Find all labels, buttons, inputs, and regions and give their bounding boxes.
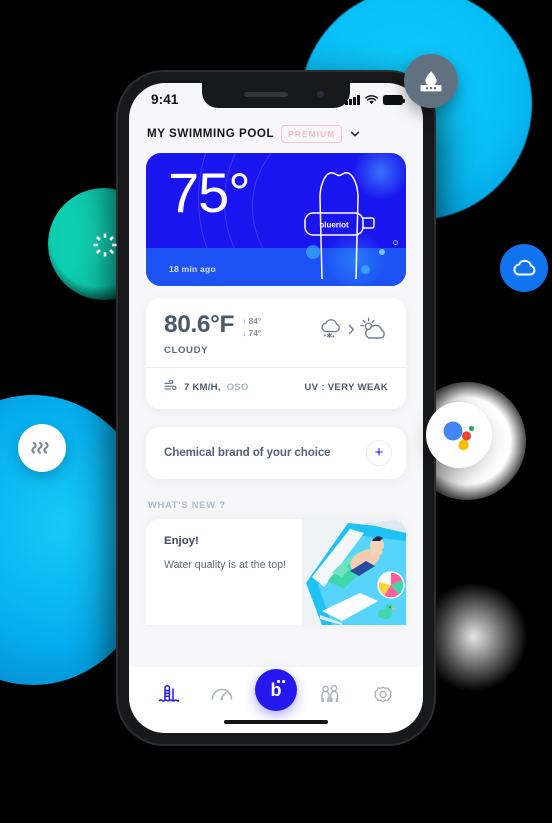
chevron-right-icon [348, 322, 355, 340]
wifi-icon [365, 94, 378, 105]
white-glow-lower-right [418, 582, 528, 692]
news-card[interactable]: Enjoy! Water quality is at the top! [146, 518, 406, 625]
app-header: MY SWIMMING POOL PREMIUM [129, 116, 423, 153]
cellular-signal-icon [345, 94, 360, 105]
add-chemical-brand-button[interactable]: + [366, 439, 392, 466]
snow-cloud-icon [319, 318, 344, 345]
cloud-badge[interactable] [500, 244, 548, 292]
phone-frame: 9:41 MY SWIMMING POOL PREMIUM blueriot 7… [118, 72, 434, 744]
pool-temperature-value: 75° [168, 160, 251, 224]
nav-item-settings[interactable] [363, 677, 403, 711]
wind-icon [164, 379, 178, 397]
nav-item-gauge[interactable] [202, 677, 242, 711]
device-label: blueriot [319, 220, 349, 229]
wind-speed: 7 KM/H, [184, 382, 221, 394]
weather-high: ↑ 84° [242, 315, 262, 326]
sun-behind-cloud-icon [359, 317, 388, 346]
home-indicator [224, 720, 328, 724]
pool-temperature-card[interactable]: blueriot 75° 18 min ago [146, 152, 406, 286]
news-heading: Enjoy! [164, 534, 199, 547]
status-bar: 9:41 [129, 83, 423, 116]
sun-spinner-badge[interactable] [74, 214, 136, 276]
wind-direction: OSO [226, 382, 249, 394]
nav-item-people[interactable] [310, 677, 350, 711]
chemical-dispenser-badge[interactable] [404, 54, 458, 108]
weather-card-bottom: 7 KM/H, OSO UV : VERY WEAK [146, 368, 406, 409]
fab-letter: b [270, 680, 282, 700]
status-clock: 9:41 [151, 92, 179, 107]
main-content: blueriot 75° 18 min ago 80.6°F ↑ 84° ↓ 7… [129, 152, 423, 625]
weather-low: ↓ 74° [242, 327, 262, 338]
umlaut-dots-icon [277, 680, 285, 683]
chevron-down-icon[interactable] [349, 128, 361, 140]
heat-waves-badge[interactable] [18, 424, 66, 472]
battery-icon [383, 94, 406, 105]
chemical-brand-card[interactable]: Chemical brand of your choice + [146, 426, 406, 479]
weather-high-low: ↑ 84° ↓ 74° [242, 313, 261, 339]
blueriot-device-illustration: blueriot [296, 161, 380, 286]
nav-item-pool[interactable] [149, 677, 189, 711]
status-icons [345, 94, 406, 105]
weather-temperature: 80.6°F [164, 310, 235, 338]
wind-info: 7 KM/H, OSO [164, 379, 249, 397]
whats-new-section-title: WHAT'S NEW ? [148, 499, 226, 510]
news-text: Enjoy! Water quality is at the top! [146, 519, 302, 625]
page-title: MY SWIMMING POOL [147, 127, 275, 141]
phone-screen: 9:41 MY SWIMMING POOL PREMIUM blueriot 7… [129, 83, 423, 733]
chemical-brand-label: Chemical brand of your choice [164, 446, 331, 460]
pool-temperature-timestamp: 18 min ago [169, 263, 216, 274]
google-assistant-badge[interactable] [426, 402, 492, 468]
deco-bokeh [393, 239, 398, 245]
news-body: Water quality is at the top! [164, 558, 287, 571]
page-root: 9:41 MY SWIMMING POOL PREMIUM blueriot 7… [0, 0, 552, 823]
weather-card[interactable]: 80.6°F ↑ 84° ↓ 74° CLOUDY 7 KM/H, OSO UV… [146, 297, 406, 409]
weather-card-top: 80.6°F ↑ 84° ↓ 74° CLOUDY [146, 298, 406, 367]
uv-index: UV : VERY WEAK [304, 382, 388, 394]
weather-condition: CLOUDY [164, 344, 209, 356]
weather-forecast-icons [319, 313, 388, 346]
pool-illustration [302, 518, 406, 625]
status-badge: PREMIUM [281, 125, 343, 143]
nav-fab-blueriot[interactable]: b [254, 669, 297, 711]
